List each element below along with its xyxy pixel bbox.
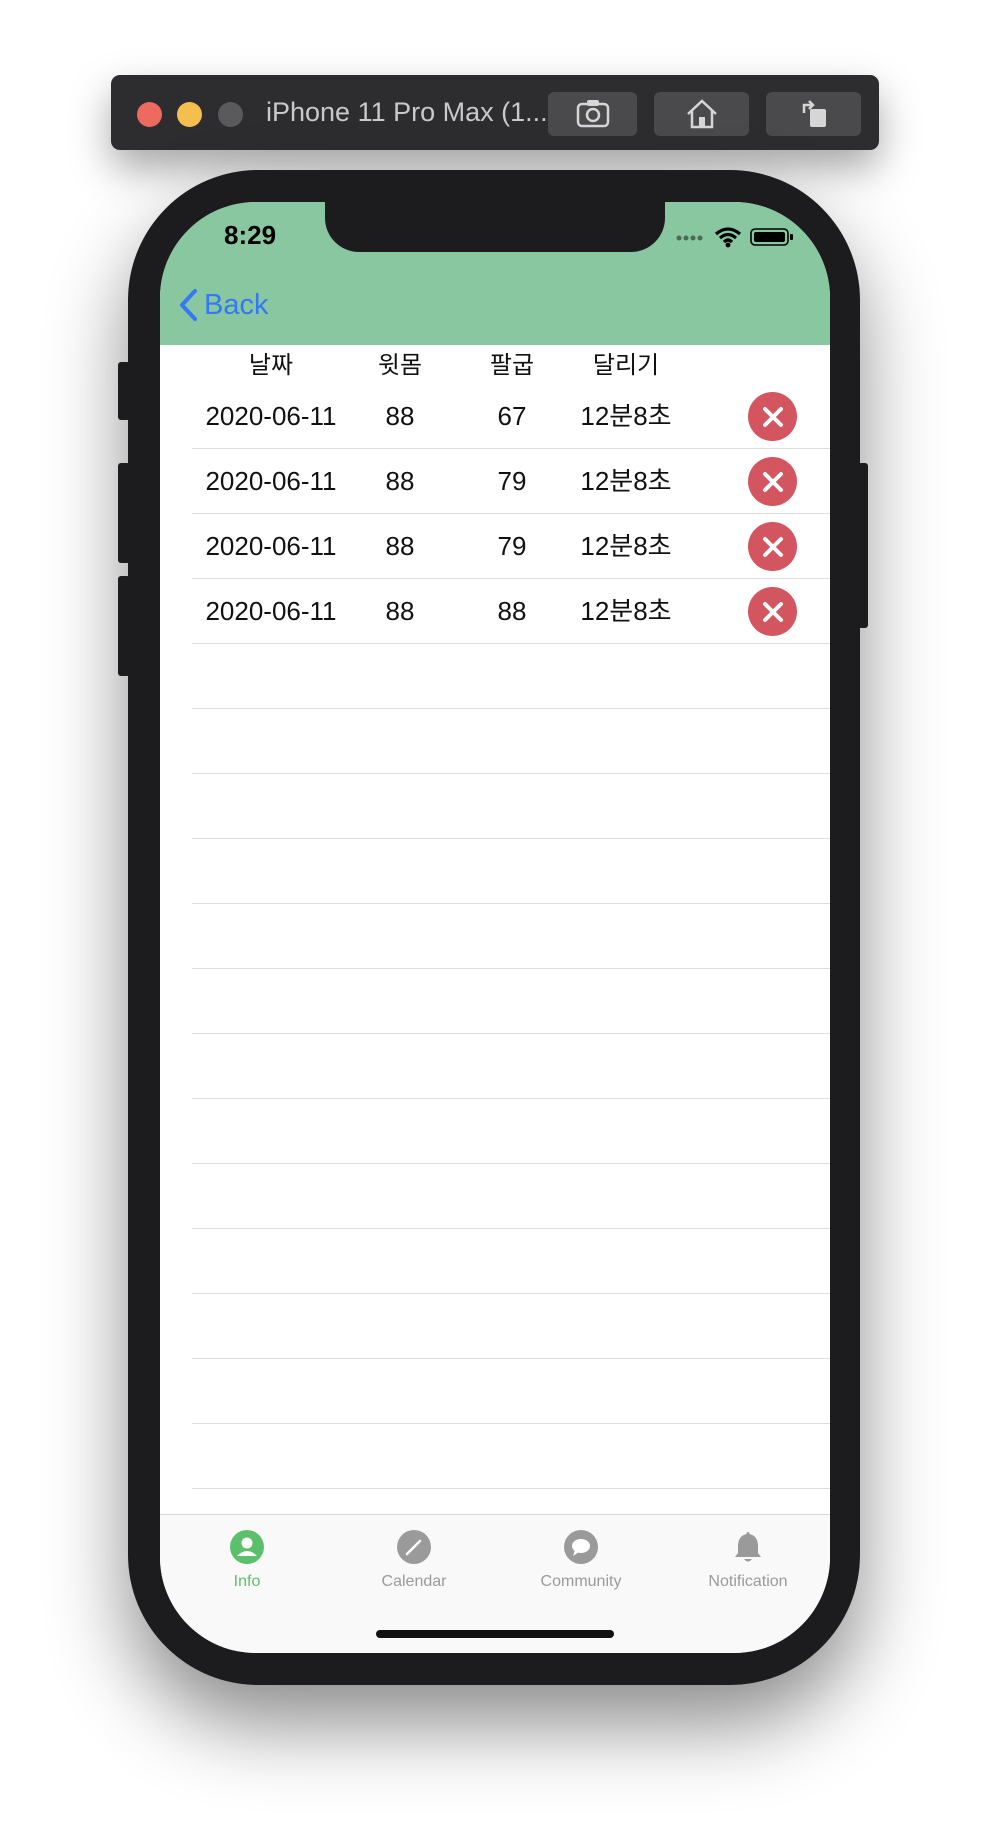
zoom-window-button[interactable] xyxy=(218,102,243,127)
header-run: 달리기 xyxy=(592,351,660,379)
wifi-icon xyxy=(714,227,742,248)
empty-row xyxy=(192,1164,830,1229)
tab-calendar[interactable]: Calendar xyxy=(339,1529,489,1591)
empty-row xyxy=(192,1294,830,1359)
empty-row xyxy=(192,1424,830,1489)
tab-community[interactable]: Community xyxy=(506,1529,656,1591)
header-situps: 윗몸 xyxy=(377,351,423,379)
tab-label: Community xyxy=(540,1573,622,1590)
run-cell: 12분8초 xyxy=(580,596,672,626)
delete-button[interactable] xyxy=(748,392,797,441)
pushups-cell: 67 xyxy=(497,401,527,431)
status-time: 8:29 xyxy=(224,220,277,250)
tab-label: Calendar xyxy=(381,1573,447,1590)
tab-info[interactable]: Info xyxy=(172,1529,322,1591)
minimize-window-button[interactable] xyxy=(177,102,202,127)
situps-cell: 88 xyxy=(385,596,415,626)
record-table: 2020-06-11 88 67 12분8초 2020-06-11 88 79 … xyxy=(192,384,830,1489)
tab-notification[interactable]: Notification xyxy=(673,1529,823,1591)
chat-bubble-icon xyxy=(564,1530,598,1564)
pushups-cell: 79 xyxy=(497,531,527,561)
rotate-icon xyxy=(802,100,826,127)
cellular-signal-icon xyxy=(676,235,703,241)
table-row: 2020-06-11 88 79 12분8초 xyxy=(192,449,830,514)
empty-row xyxy=(192,904,830,969)
empty-row xyxy=(192,1359,830,1424)
close-icon xyxy=(762,471,783,492)
header-date: 날짜 xyxy=(248,351,294,379)
tab-label: Notification xyxy=(708,1573,788,1590)
close-icon xyxy=(762,601,783,622)
simulator-title: iPhone 11 Pro Max (1... xyxy=(266,97,548,127)
close-window-button[interactable] xyxy=(137,102,162,127)
battery-icon xyxy=(750,228,793,246)
empty-row xyxy=(192,774,830,839)
bell-icon xyxy=(735,1532,761,1562)
date-cell: 2020-06-11 xyxy=(205,466,337,496)
empty-row xyxy=(192,969,830,1034)
phone-screen: 8:29 Back 날짜 윗몸 팔굽 달리기 2020-06-11 88 67 … xyxy=(160,202,830,1653)
back-button[interactable]: Back xyxy=(178,288,268,322)
chevron-left-icon xyxy=(180,289,197,321)
table-row: 2020-06-11 88 67 12분8초 xyxy=(192,384,830,449)
empty-row xyxy=(192,1034,830,1099)
date-cell: 2020-06-11 xyxy=(205,401,337,431)
person-icon xyxy=(230,1530,264,1564)
home-icon xyxy=(686,99,717,129)
situps-cell: 88 xyxy=(385,531,415,561)
delete-button[interactable] xyxy=(748,522,797,571)
home-button[interactable] xyxy=(654,92,749,136)
screenshot-button[interactable] xyxy=(548,92,637,136)
close-icon xyxy=(762,406,783,427)
empty-row xyxy=(192,839,830,904)
run-cell: 12분8초 xyxy=(580,531,672,561)
table-row: 2020-06-11 88 79 12분8초 xyxy=(192,514,830,579)
pushups-cell: 88 xyxy=(497,596,527,626)
pushups-cell: 79 xyxy=(497,466,527,496)
situps-cell: 88 xyxy=(385,401,415,431)
empty-row xyxy=(192,709,830,774)
home-indicator xyxy=(376,1630,614,1638)
tab-label: Info xyxy=(233,1573,261,1590)
empty-row xyxy=(192,1099,830,1164)
pencil-icon xyxy=(397,1530,431,1564)
run-cell: 12분8초 xyxy=(580,401,672,431)
notch xyxy=(325,200,665,252)
back-label: Back xyxy=(204,288,269,321)
status-icons xyxy=(676,226,794,248)
rotate-button[interactable] xyxy=(766,92,861,136)
delete-button[interactable] xyxy=(748,457,797,506)
close-icon xyxy=(762,536,783,557)
delete-button[interactable] xyxy=(748,587,797,636)
run-cell: 12분8초 xyxy=(580,466,672,496)
empty-row xyxy=(192,644,830,709)
date-cell: 2020-06-11 xyxy=(205,596,337,626)
header-pushups: 팔굽 xyxy=(489,351,535,379)
table-row: 2020-06-11 88 88 12분8초 xyxy=(192,579,830,644)
situps-cell: 88 xyxy=(385,466,415,496)
date-cell: 2020-06-11 xyxy=(205,531,337,561)
screenshot-icon xyxy=(576,100,609,128)
empty-row xyxy=(192,1229,830,1294)
